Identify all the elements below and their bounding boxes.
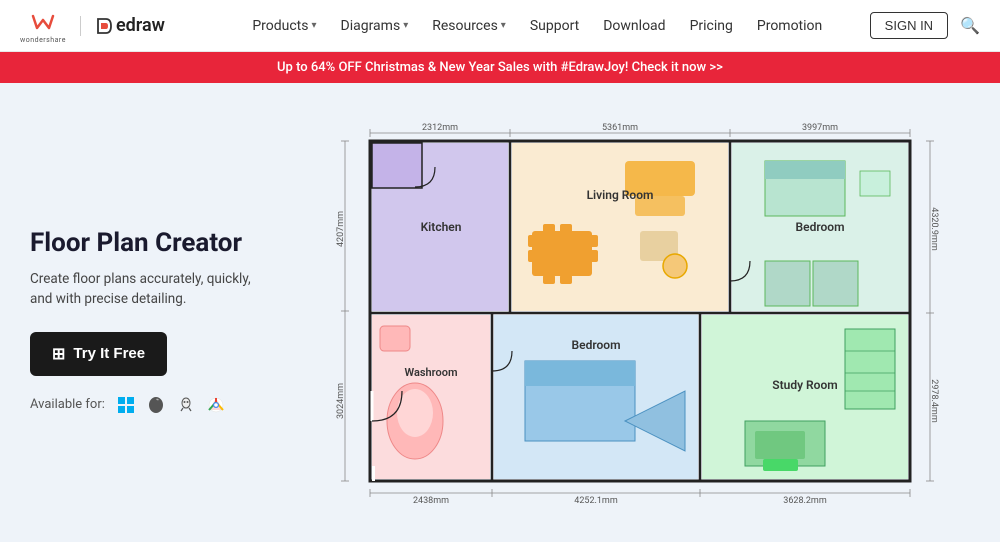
svg-text:2438mm: 2438mm (413, 496, 449, 506)
search-icon[interactable]: 🔍 (960, 16, 980, 35)
logo-area: wondershare edraw (20, 8, 165, 44)
chevron-down-icon: ▾ (403, 20, 408, 31)
promo-banner[interactable]: Up to 64% OFF Christmas & New Year Sales… (0, 52, 1000, 83)
available-for: Available for: (30, 394, 260, 416)
nav-products[interactable]: Products ▾ (242, 12, 326, 40)
svg-text:Washroom: Washroom (405, 366, 458, 379)
windows-icon: ⊞ (52, 344, 65, 364)
nav-support[interactable]: Support (520, 12, 589, 40)
wondershare-logo: wondershare (20, 8, 66, 44)
svg-text:4320.9mm: 4320.9mm (929, 207, 939, 251)
main-nav: Products ▾ Diagrams ▾ Resources ▾ Suppor… (205, 12, 870, 40)
sign-in-button[interactable]: SIGN IN (870, 12, 948, 39)
logo-divider (80, 16, 81, 36)
floor-plan-svg: 2312mm 5361mm 3997mm 4207mm 3024mm (315, 111, 955, 511)
try-it-free-button[interactable]: ⊞ Try It Free (30, 332, 167, 376)
svg-text:4207mm: 4207mm (336, 211, 346, 247)
svg-text:2978.4mm: 2978.4mm (929, 379, 939, 423)
edraw-text: edraw (116, 15, 165, 36)
svg-text:2312mm: 2312mm (422, 123, 458, 133)
svg-text:Study Room: Study Room (772, 378, 837, 392)
svg-text:Bedroom: Bedroom (572, 338, 621, 352)
mac-os-icon (145, 394, 167, 416)
chevron-down-icon: ▾ (311, 20, 316, 31)
svg-text:3024mm: 3024mm (336, 383, 346, 419)
header: wondershare edraw Products ▾ Diagrams ▾ … (0, 0, 1000, 52)
svg-text:4252.1mm: 4252.1mm (574, 496, 618, 506)
os-icons (115, 394, 227, 416)
wondershare-text: wondershare (20, 36, 66, 44)
floor-plan-wrapper: 2312mm 5361mm 3997mm 4207mm 3024mm (315, 111, 955, 511)
page-title: Floor Plan Creator (30, 227, 260, 260)
svg-text:3997mm: 3997mm (802, 123, 838, 133)
nav-download[interactable]: Download (593, 12, 675, 40)
edraw-logo: edraw (95, 15, 165, 36)
chrome-os-icon (205, 394, 227, 416)
nav-right: SIGN IN 🔍 (870, 12, 980, 39)
page-subtitle: Create floor plans accurately, quickly, … (30, 269, 260, 310)
svg-text:Kitchen: Kitchen (421, 220, 462, 234)
svg-text:Living Room: Living Room (587, 188, 654, 202)
chevron-down-icon: ▾ (501, 20, 506, 31)
main-content: Floor Plan Creator Create floor plans ac… (0, 83, 1000, 539)
nav-promotion[interactable]: Promotion (747, 12, 832, 40)
nav-diagrams[interactable]: Diagrams ▾ (331, 12, 419, 40)
nav-pricing[interactable]: Pricing (680, 12, 743, 40)
windows-os-icon (115, 394, 137, 416)
floor-plan-area: 2312mm 5361mm 3997mm 4207mm 3024mm (280, 83, 1000, 539)
nav-resources[interactable]: Resources ▾ (422, 12, 516, 40)
svg-text:5361mm: 5361mm (602, 123, 638, 133)
svg-text:3628.2mm: 3628.2mm (783, 496, 827, 506)
linux-os-icon (175, 394, 197, 416)
left-panel: Floor Plan Creator Create floor plans ac… (0, 83, 280, 539)
svg-text:Bedroom: Bedroom (796, 220, 845, 234)
